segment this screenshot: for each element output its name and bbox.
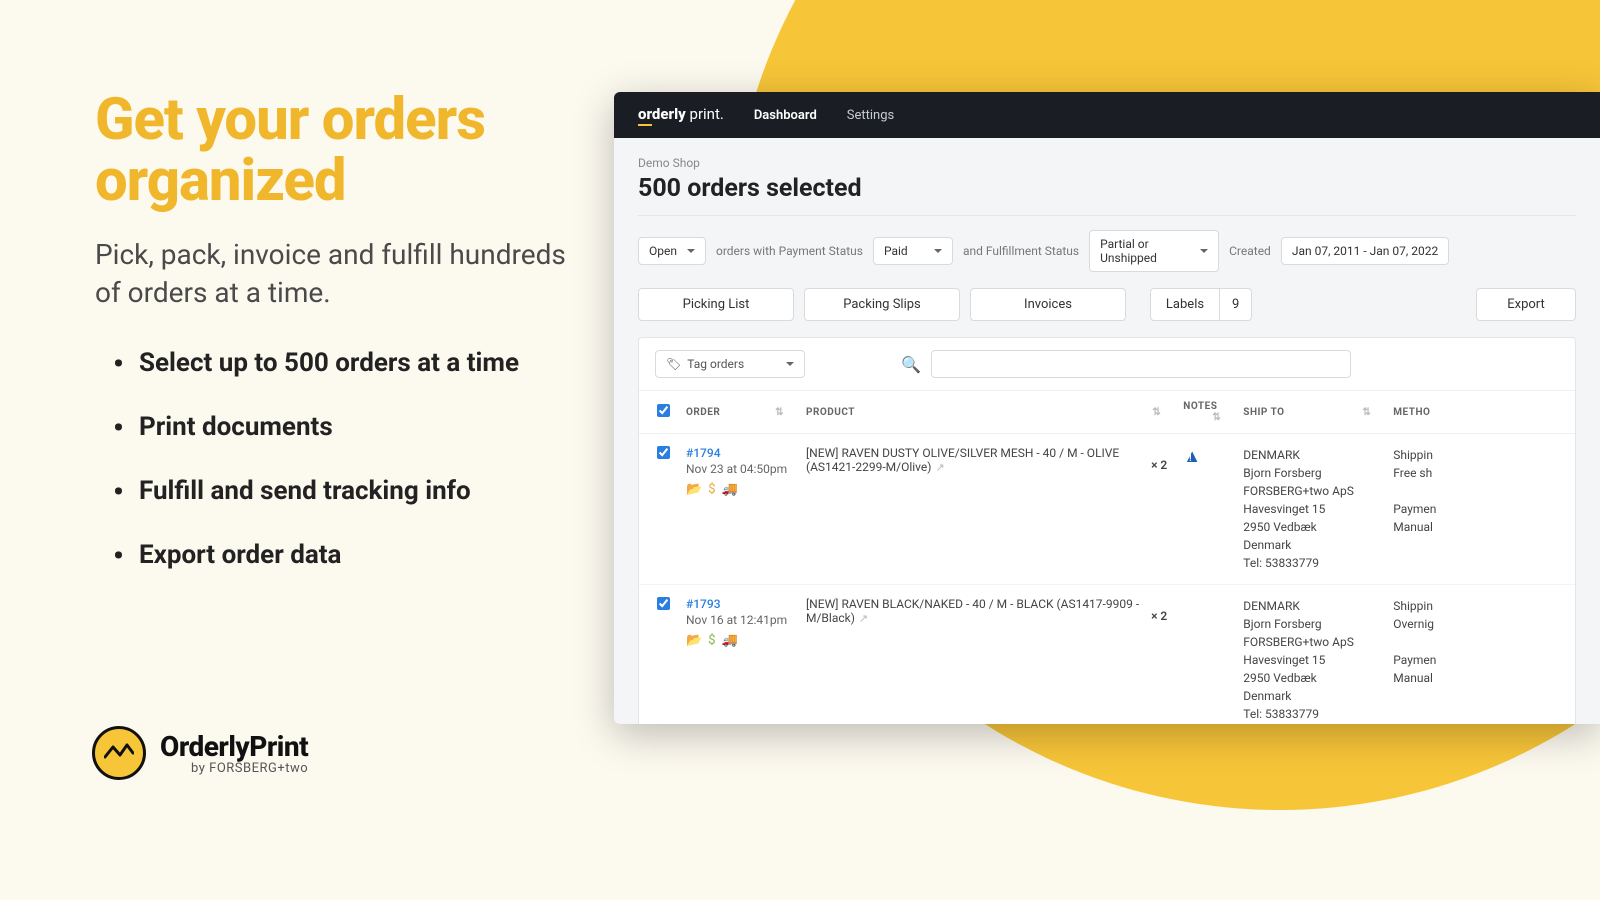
bullet-item: Print documents bbox=[95, 411, 570, 445]
sort-icon: ⇅ bbox=[775, 407, 784, 418]
col-notes[interactable]: NOTES bbox=[1183, 401, 1217, 412]
order-link[interactable]: #1794 bbox=[686, 446, 790, 460]
sort-icon: ⇅ bbox=[1212, 412, 1221, 423]
warning-icon: ▲! bbox=[1183, 446, 1203, 467]
brand-logo-icon bbox=[92, 726, 146, 780]
chevron-down-icon bbox=[1200, 249, 1208, 253]
filter-bar: Open orders with Payment Status Paid and… bbox=[638, 230, 1576, 272]
labels-button[interactable]: Labels bbox=[1150, 288, 1220, 321]
marketing-bullets: Select up to 500 orders at a time Print … bbox=[95, 347, 570, 572]
row-checkbox[interactable] bbox=[657, 597, 670, 610]
packing-slips-button[interactable]: Packing Slips bbox=[804, 288, 960, 321]
tag-orders-dropdown[interactable]: 🏷Tag orders bbox=[655, 350, 805, 378]
picking-list-button[interactable]: Picking List bbox=[638, 288, 794, 321]
ship-to: DENMARKBjorn ForsbergFORSBERG+two ApSHav… bbox=[1235, 434, 1385, 585]
quantity: × 2 bbox=[1151, 609, 1167, 623]
nav-dashboard[interactable]: Dashboard bbox=[754, 108, 817, 123]
orders-table: ORDER⇅ PRODUCT⇅ NOTES⇅ SHIP TO⇅ METHO #1… bbox=[639, 390, 1575, 724]
status-icons: 📂 $ 🚚 bbox=[686, 633, 790, 648]
external-link-icon[interactable]: ↗ bbox=[935, 461, 944, 474]
tag-icon: 🏷 bbox=[666, 357, 681, 371]
ship-to: DENMARKBjorn ForsbergFORSBERG+two ApSHav… bbox=[1235, 585, 1385, 725]
bullet-item: Export order data bbox=[95, 539, 570, 573]
order-date: Nov 16 at 12:41pm bbox=[686, 613, 790, 627]
row-checkbox[interactable] bbox=[657, 446, 670, 459]
order-date: Nov 23 at 04:50pm bbox=[686, 462, 790, 476]
external-link-icon[interactable]: ↗ bbox=[859, 612, 868, 625]
bullet-item: Fulfill and send tracking info bbox=[95, 475, 570, 509]
brand-block: OrderlyPrint by FORSBERG+two bbox=[92, 726, 308, 780]
page-title: 500 orders selected bbox=[638, 174, 1576, 216]
dollar-icon: $ bbox=[708, 633, 715, 648]
method-info: ShippinOvernigPaymenManual bbox=[1385, 585, 1575, 725]
brand-name: OrderlyPrint bbox=[160, 730, 308, 763]
filter-text: orders with Payment Status bbox=[716, 244, 863, 258]
app-logo: orderly print. bbox=[638, 105, 724, 126]
chevron-down-icon bbox=[934, 249, 942, 253]
folder-icon: 📂 bbox=[686, 482, 702, 497]
method-info: ShippinFree shPaymenManual bbox=[1385, 434, 1575, 585]
nav-settings[interactable]: Settings bbox=[847, 108, 894, 123]
chevron-down-icon bbox=[786, 362, 794, 366]
col-method[interactable]: METHO bbox=[1393, 407, 1430, 418]
folder-icon: 📂 bbox=[686, 633, 702, 648]
col-shipto[interactable]: SHIP TO bbox=[1243, 407, 1284, 418]
chevron-down-icon bbox=[687, 249, 695, 253]
status-icons: 📂 $ 🚚 bbox=[686, 482, 790, 497]
filter-text: and Fulfillment Status bbox=[963, 244, 1079, 258]
payment-dropdown[interactable]: Paid bbox=[873, 237, 953, 265]
labels-count: 9 bbox=[1220, 288, 1252, 321]
shop-name: Demo Shop bbox=[638, 156, 1576, 170]
filter-text: Created bbox=[1229, 244, 1271, 258]
app-window: orderly print. Dashboard Settings Demo S… bbox=[614, 92, 1600, 724]
status-dropdown[interactable]: Open bbox=[638, 237, 706, 265]
table-row: #1794Nov 23 at 04:50pm📂$🚚[NEW] RAVEN DUS… bbox=[639, 434, 1575, 585]
quantity: × 2 bbox=[1151, 458, 1167, 472]
app-topbar: orderly print. Dashboard Settings bbox=[614, 92, 1600, 138]
sort-icon: ⇅ bbox=[1362, 407, 1371, 418]
invoices-button[interactable]: Invoices bbox=[970, 288, 1126, 321]
select-all-checkbox[interactable] bbox=[657, 404, 670, 417]
truck-icon: 🚚 bbox=[722, 633, 738, 648]
fulfillment-dropdown[interactable]: Partial or Unshipped bbox=[1089, 230, 1219, 272]
date-range-picker[interactable]: Jan 07, 2011 - Jan 07, 2022 bbox=[1281, 237, 1449, 265]
brand-byline: by FORSBERG+two bbox=[160, 761, 308, 776]
export-button[interactable]: Export bbox=[1476, 288, 1576, 321]
marketing-headline: Get your orders organized bbox=[95, 90, 570, 212]
dollar-icon: $ bbox=[708, 482, 715, 497]
sort-icon: ⇅ bbox=[1152, 407, 1161, 418]
bullet-item: Select up to 500 orders at a time bbox=[95, 347, 570, 381]
search-icon: 🔍 bbox=[901, 355, 921, 374]
col-order[interactable]: ORDER bbox=[686, 407, 720, 418]
order-link[interactable]: #1793 bbox=[686, 597, 790, 611]
marketing-subhead: Pick, pack, invoice and fulfill hundreds… bbox=[95, 236, 570, 312]
orders-panel: 🏷Tag orders 🔍 ORDER⇅ PRODUCT⇅ NOTES⇅ SHI… bbox=[638, 337, 1576, 724]
search-input[interactable] bbox=[931, 350, 1351, 378]
action-buttons: Picking List Packing Slips Invoices Labe… bbox=[638, 288, 1576, 321]
truck-icon: 🚚 bbox=[722, 482, 738, 497]
table-row: #1793Nov 16 at 12:41pm📂$🚚[NEW] RAVEN BLA… bbox=[639, 585, 1575, 725]
col-product[interactable]: PRODUCT bbox=[806, 407, 855, 418]
